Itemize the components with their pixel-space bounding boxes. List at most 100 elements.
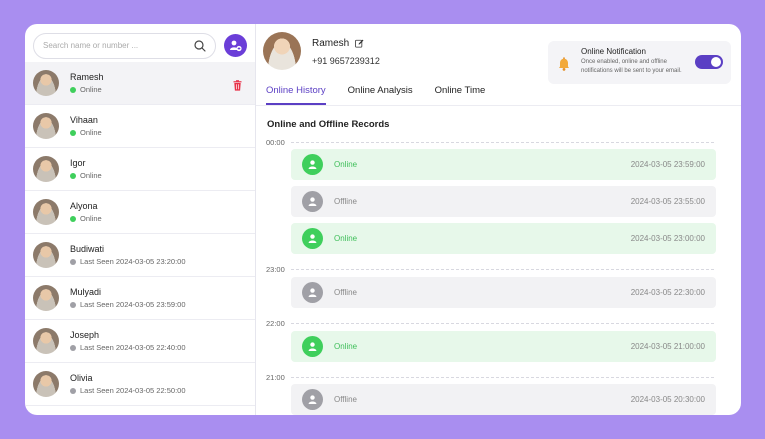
notification-title: Online Notification (581, 47, 646, 56)
contact-info: Mulyadi Last Seen 2024-03-05 23:59:00 (70, 287, 186, 309)
time-marker-label: 23:00 (266, 265, 285, 274)
record-time: 2024-03-05 21:00:00 (630, 342, 705, 351)
main-panel: Ramesh +91 9657239312 Online Notificatio… (256, 24, 741, 415)
add-contact-button[interactable] (224, 34, 247, 57)
contact-status: Last Seen 2024-03-05 23:59:00 (70, 300, 186, 309)
avatar (33, 113, 59, 139)
user-status-icon (302, 154, 323, 175)
bell-icon (559, 57, 569, 71)
tab-bar: Online History Online Analysis Online Ti… (266, 85, 485, 105)
avatar (33, 156, 59, 182)
contact-name: Vihaan (70, 115, 98, 125)
search-box[interactable] (33, 32, 216, 59)
avatar (33, 199, 59, 225)
status-dot-icon (70, 344, 76, 351)
profile-avatar (263, 32, 301, 70)
contact-info: Joseph Last Seen 2024-03-05 22:40:00 (70, 330, 186, 352)
record-time: 2024-03-05 20:30:00 (630, 395, 705, 404)
time-divider (290, 323, 714, 324)
contact-info: Vihaan Online (70, 115, 102, 137)
contact-item[interactable]: Alyona Online (25, 191, 255, 234)
contact-status: Online (70, 214, 102, 223)
edit-icon[interactable] (355, 39, 364, 48)
record-item: Offline 2024-03-05 20:30:00 (291, 384, 716, 415)
record-status: Offline (334, 288, 357, 297)
time-marker-label: 21:00 (266, 373, 285, 382)
user-status-icon (302, 282, 323, 303)
notification-toggle[interactable] (695, 55, 723, 69)
search-row (25, 24, 255, 62)
contact-item[interactable]: Mulyadi Last Seen 2024-03-05 23:59:00 (25, 277, 255, 320)
user-status-icon (302, 389, 323, 410)
contact-status-text: Last Seen 2024-03-05 23:20:00 (80, 257, 186, 266)
user-status-icon (302, 191, 323, 212)
contact-item[interactable]: Budiwati Last Seen 2024-03-05 23:20:00 (25, 234, 255, 277)
contact-name: Igor (70, 158, 86, 168)
contact-status-text: Online (80, 171, 102, 180)
record-status: Online (334, 160, 358, 169)
contact-status: Last Seen 2024-03-05 22:40:00 (70, 343, 186, 352)
contact-info: Olivia Last Seen 2024-03-05 22:50:00 (70, 373, 186, 395)
avatar (33, 371, 59, 397)
toggle-knob (711, 57, 721, 67)
delete-icon[interactable] (232, 78, 243, 91)
sidebar: Ramesh Online Vihaan Online Igor Online … (25, 24, 256, 415)
records-title: Online and Offline Records (267, 119, 390, 130)
contact-status-text: Online (80, 214, 102, 223)
contact-status: Online (70, 171, 102, 180)
contact-name: Ramesh (70, 72, 104, 82)
contact-status: Online (70, 128, 102, 137)
user-status-icon (302, 228, 323, 249)
contact-status-text: Last Seen 2024-03-05 23:59:00 (80, 300, 186, 309)
time-marker-label: 22:00 (266, 319, 285, 328)
notification-text: Online Notification Once enabled, online… (581, 47, 686, 76)
contact-name: Budiwati (70, 244, 105, 254)
record-item: Offline 2024-03-05 22:30:00 (291, 277, 716, 308)
contact-status-text: Last Seen 2024-03-05 22:50:00 (80, 386, 186, 395)
add-user-icon (230, 40, 242, 52)
search-input[interactable] (43, 41, 193, 50)
status-dot-icon (70, 301, 76, 308)
record-status: Online (334, 234, 358, 243)
record-time: 2024-03-05 23:59:00 (630, 160, 705, 169)
time-marker-label: 00:00 (266, 138, 285, 147)
time-divider (290, 377, 714, 378)
status-dot-icon (70, 129, 76, 136)
tab-online-history[interactable]: Online History (266, 85, 326, 105)
record-time: 2024-03-05 23:00:00 (630, 234, 705, 243)
contact-item[interactable]: Ramesh Online (25, 62, 255, 105)
status-dot-icon (70, 387, 76, 394)
contact-name: Mulyadi (70, 287, 102, 297)
time-marker: 23:00 (266, 265, 714, 274)
contact-status: Online (70, 85, 104, 94)
record-item: Online 2024-03-05 21:00:00 (291, 331, 716, 362)
tab-online-time[interactable]: Online Time (435, 85, 486, 105)
contact-item[interactable]: Joseph Last Seen 2024-03-05 22:40:00 (25, 320, 255, 363)
contact-item[interactable]: Olivia Last Seen 2024-03-05 22:50:00 (25, 363, 255, 406)
avatar (33, 285, 59, 311)
notification-card: Online Notification Once enabled, online… (548, 41, 731, 84)
contact-name: Joseph (70, 330, 100, 340)
time-marker: 22:00 (266, 319, 714, 328)
contact-info: Igor Online (70, 158, 102, 180)
tab-online-analysis[interactable]: Online Analysis (348, 85, 413, 105)
contact-info: Ramesh Online (70, 72, 104, 94)
record-status: Offline (334, 197, 357, 206)
status-dot-icon (70, 172, 76, 179)
contact-status-text: Online (80, 128, 102, 137)
contact-item[interactable]: Igor Online (25, 148, 255, 191)
search-icon[interactable] (193, 39, 207, 53)
contact-info: Budiwati Last Seen 2024-03-05 23:20:00 (70, 244, 186, 266)
record-time: 2024-03-05 23:55:00 (630, 197, 705, 206)
contact-list: Ramesh Online Vihaan Online Igor Online … (25, 62, 255, 415)
profile-header: Ramesh +91 9657239312 Online Notificatio… (256, 24, 741, 106)
contact-item[interactable]: Vihaan Online (25, 105, 255, 148)
record-item: Online 2024-03-05 23:00:00 (291, 223, 716, 254)
contact-status: Last Seen 2024-03-05 23:20:00 (70, 257, 186, 266)
record-item: Online 2024-03-05 23:59:00 (291, 149, 716, 180)
contact-status-text: Last Seen 2024-03-05 22:40:00 (80, 343, 186, 352)
avatar (33, 70, 59, 96)
user-status-icon (302, 336, 323, 357)
contact-name: Alyona (70, 201, 98, 211)
record-status: Offline (334, 395, 357, 404)
